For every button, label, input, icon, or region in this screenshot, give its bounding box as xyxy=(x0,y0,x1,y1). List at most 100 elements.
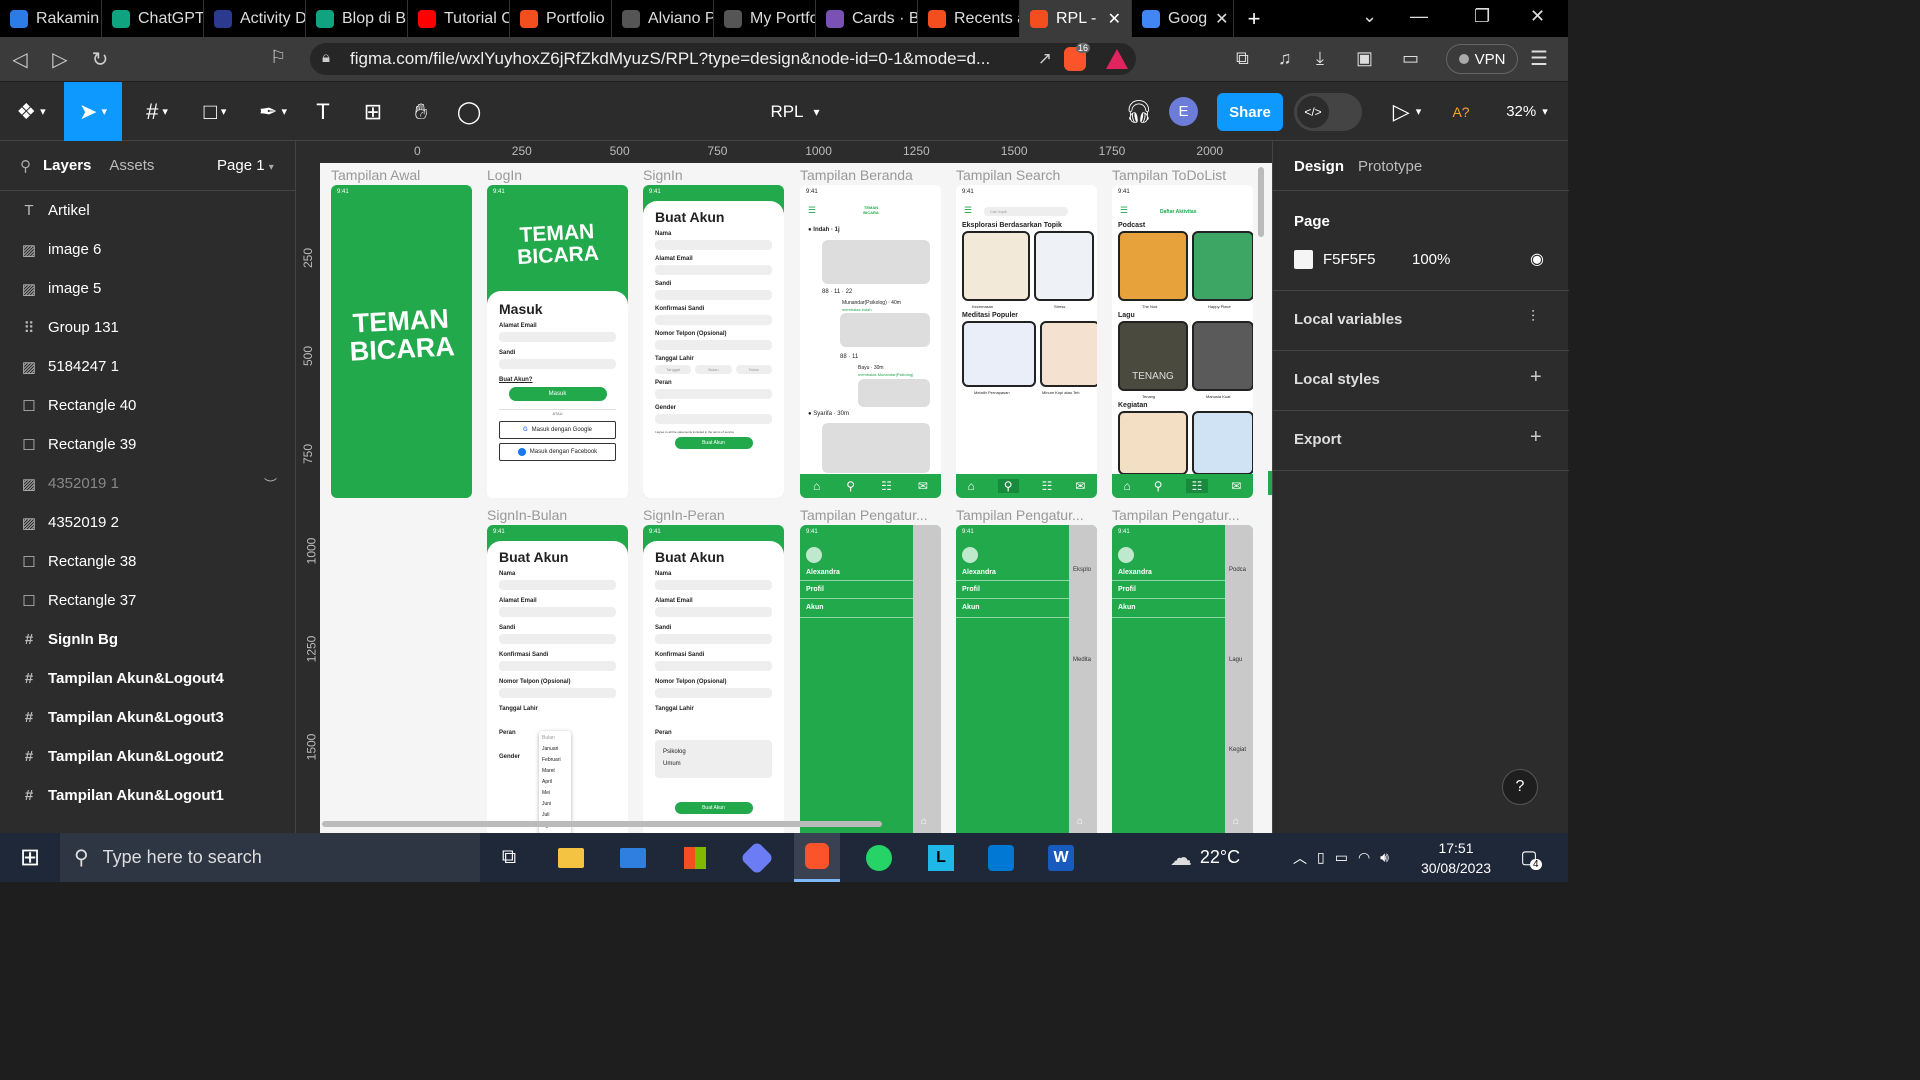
month-option[interactable]: April xyxy=(542,777,568,788)
tab-prototype[interactable]: Prototype xyxy=(1358,158,1422,175)
home-icon[interactable]: ⌂ xyxy=(1077,816,1083,827)
frame-label-peran[interactable]: SignIn-Peran xyxy=(643,507,725,523)
frame-label-pengatur-2[interactable]: Tampilan Pengatur... xyxy=(956,507,1094,523)
close-tab-icon[interactable]: ✕ xyxy=(1215,9,1228,29)
create-account-button[interactable]: Buat Akun xyxy=(674,437,753,449)
new-tab-icon[interactable]: + xyxy=(1234,6,1274,32)
date-select[interactable]: Tanggal xyxy=(655,365,692,374)
dev-mode-toggle[interactable]: </> xyxy=(1294,93,1362,131)
layer-row[interactable]: ☐ Rectangle 39 xyxy=(0,425,295,464)
frame-label-pengatur-3[interactable]: Tampilan Pengatur... xyxy=(1112,507,1250,523)
page-color-swatch[interactable] xyxy=(1294,250,1313,269)
word-icon[interactable]: W xyxy=(1046,833,1076,882)
hidden-eye-icon[interactable]: ︶ xyxy=(264,474,277,493)
headphones-icon[interactable]: 🎧︎ xyxy=(1122,82,1156,141)
media-icon[interactable]: ♫ xyxy=(1278,48,1292,69)
meditation-card-1[interactable] xyxy=(962,321,1036,387)
role-option-psikolog[interactable]: Psikolog xyxy=(663,746,764,758)
brave-shield-icon[interactable]: 16 xyxy=(1064,43,1091,71)
todo-icon[interactable]: ☷ xyxy=(881,479,892,493)
podcast-card-1[interactable] xyxy=(1118,231,1188,301)
page-opacity[interactable]: 100% xyxy=(1412,251,1450,268)
layer-row[interactable]: ▨ image 6 xyxy=(0,230,295,269)
home-icon[interactable]: ⌂ xyxy=(1124,479,1131,493)
clock[interactable]: 17:51 30/08/2023 xyxy=(1414,833,1498,882)
minimize-icon[interactable]: — xyxy=(1410,6,1428,27)
name-field[interactable] xyxy=(499,580,616,590)
close-tab-icon[interactable]: ✕ xyxy=(1108,9,1121,29)
tab-layers[interactable]: Layers xyxy=(43,157,91,174)
browser-tab[interactable]: Tutorial C xyxy=(408,0,510,37)
taskbar-search-box[interactable]: ⚲ Type here to search xyxy=(60,833,480,882)
menu-akun[interactable]: Akun xyxy=(1112,599,1225,618)
todo-icon[interactable]: ☷ xyxy=(1042,479,1053,493)
vscode-icon[interactable] xyxy=(986,833,1016,882)
month-dropdown[interactable]: Bulan Januari Februari Maret April Mei Juni Jul… xyxy=(539,731,571,833)
frame-tool-icon[interactable]: # ▾ xyxy=(134,82,180,141)
browser-tab[interactable]: Goog ✕ xyxy=(1132,0,1234,37)
browser-tab[interactable]: RPL - ✕ xyxy=(1020,0,1132,37)
copilot-icon[interactable] xyxy=(740,833,774,882)
input-field[interactable] xyxy=(655,240,772,250)
month-option[interactable]: Februari xyxy=(542,755,568,766)
month-option[interactable]: Juni xyxy=(542,799,568,810)
menu-akun[interactable]: Akun xyxy=(800,599,913,618)
create-account-button[interactable]: Buat Akun xyxy=(674,802,753,814)
login-button[interactable]: Masuk xyxy=(508,387,607,401)
comment-tool-icon[interactable]: ◯ xyxy=(452,82,486,141)
phone-field[interactable] xyxy=(499,688,616,698)
menu-icon[interactable]: ☰ xyxy=(1530,46,1548,71)
frame-pengaturan-3[interactable]: 9:41 Podca Lagu Kegiat Alexandra Profil … xyxy=(1112,525,1253,833)
download-icon[interactable]: ⤓ xyxy=(1316,48,1324,69)
menu-profil[interactable]: Profil xyxy=(1112,580,1225,599)
browser-tab[interactable]: Cards · B xyxy=(816,0,918,37)
variables-icon[interactable]: ⫶ xyxy=(1531,309,1535,327)
frame-label-pengatur-1[interactable]: Tampilan Pengatur... xyxy=(800,507,938,523)
eye-icon[interactable]: ◉ xyxy=(1530,249,1544,269)
password-field[interactable] xyxy=(499,359,616,369)
input-field[interactable] xyxy=(655,389,772,399)
meditation-card-2[interactable] xyxy=(1040,321,1097,387)
input-field[interactable] xyxy=(655,265,772,275)
brave-taskbar-icon[interactable] xyxy=(794,833,840,882)
frame-signin-bulan[interactable]: 9:41 Buat Akun Nama Alamat Email Sandi K… xyxy=(487,525,628,833)
password-field[interactable] xyxy=(655,634,772,644)
home-icon[interactable]: ⌂ xyxy=(813,479,820,493)
home-icon[interactable]: ⌂ xyxy=(968,479,975,493)
browser-tab[interactable]: Recents a xyxy=(918,0,1020,37)
present-icon[interactable]: ▷ ▾ xyxy=(1386,82,1428,141)
activity-card-2[interactable] xyxy=(1192,411,1253,475)
layer-row[interactable]: ▨ 4352019 1 ︶ xyxy=(0,464,295,503)
email-field[interactable] xyxy=(499,332,616,342)
mail-icon[interactable]: ✉ xyxy=(1075,479,1085,493)
frame-label-todo[interactable]: Tampilan ToDoList xyxy=(1112,167,1260,183)
search-icon[interactable]: ⚲ xyxy=(1154,479,1163,493)
search-icon[interactable]: ⚲ xyxy=(20,157,31,175)
layer-row[interactable]: ▨ image 5 xyxy=(0,269,295,308)
vpn-button[interactable]: VPN xyxy=(1446,44,1518,74)
role-option-umum[interactable]: Umum xyxy=(663,758,764,770)
l-app-icon[interactable]: L xyxy=(926,833,956,882)
layer-row[interactable]: ▨ 5184247 1 xyxy=(0,347,295,386)
frame-label-bulan[interactable]: SignIn-Bulan xyxy=(487,507,567,523)
hamburger-icon[interactable]: ☰ xyxy=(808,205,816,216)
menu-akun[interactable]: Akun xyxy=(956,599,1069,618)
weather-widget[interactable]: ☁ 22°C xyxy=(1160,833,1250,882)
layer-row[interactable]: # Tampilan Akun&Logout3 xyxy=(0,698,295,737)
home-icon[interactable]: ⌂ xyxy=(1233,816,1239,827)
mail-app-icon[interactable] xyxy=(618,833,648,882)
forward-icon[interactable]: ▷ xyxy=(40,47,80,72)
browser-tab[interactable]: Portfolio xyxy=(510,0,612,37)
windows-start-icon[interactable]: ⊞ xyxy=(16,833,44,882)
frame-label-awal[interactable]: Tampilan Awal xyxy=(331,167,420,183)
todo-icon[interactable]: ☷ xyxy=(1185,479,1209,493)
home-icon[interactable]: ⌂ xyxy=(921,816,927,827)
frame-beranda[interactable]: 9:41 ☰ TEMAN BICARA ● Indah · 1j 88 · 11… xyxy=(800,185,941,498)
frame-pengaturan-1[interactable]: 9:41 Alexandra Profil Akun ⌂ xyxy=(800,525,941,833)
frame-label-search[interactable]: Tampilan Search xyxy=(956,167,1104,183)
share-page-icon[interactable]: ↗ xyxy=(1038,49,1052,69)
google-login-button[interactable]: G Masuk dengan Google xyxy=(499,421,616,439)
file-explorer-icon[interactable] xyxy=(556,833,586,882)
email-field[interactable] xyxy=(499,607,616,617)
device-icon[interactable]: ▯ xyxy=(1317,849,1325,866)
